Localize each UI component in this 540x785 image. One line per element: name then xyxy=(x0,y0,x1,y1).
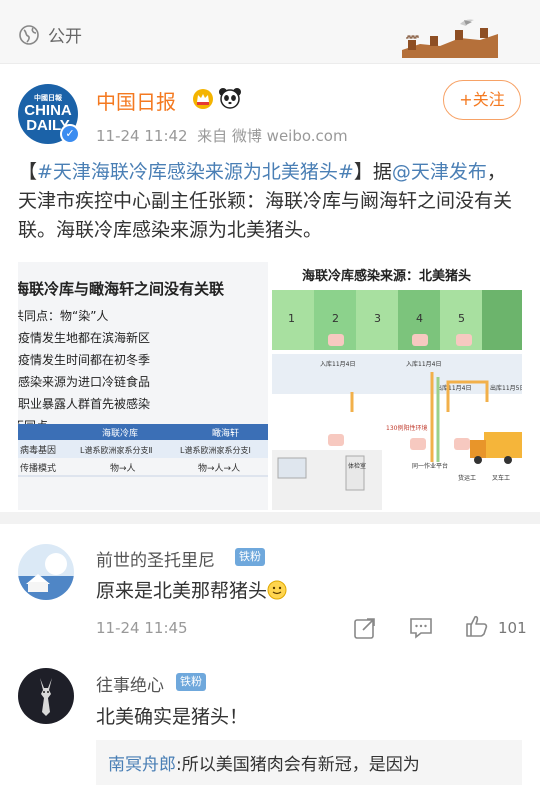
img-left-same: 共同点：物“染”人 xyxy=(18,308,108,323)
img-right-building: 体检室 xyxy=(348,462,366,470)
comment-text: 原来是北美那帮猪头 xyxy=(96,576,287,603)
img-left-cell-2-0: 传播模式 xyxy=(20,462,56,474)
comment-icon[interactable] xyxy=(408,615,434,641)
img-right-tag-2: 货运工 xyxy=(458,474,476,482)
reply-text: :所以美国猪肉会有新冠，是因为 xyxy=(176,755,420,775)
img-left-point-4: 职业暴露人群首先被感染 xyxy=(18,396,150,411)
img-right-col-2: 2 xyxy=(332,312,339,325)
bracket-open: 【 xyxy=(18,161,38,183)
img-right-label-4: 出库11月5日 xyxy=(490,384,522,392)
img-left-cell-2-1: 物→人 xyxy=(110,462,136,474)
comment-avatar[interactable] xyxy=(18,544,74,600)
like-icon[interactable] xyxy=(464,613,490,639)
img-left-cell-1-2: L谱系欧洲家系分支Ⅰ xyxy=(180,445,251,455)
reply-preview[interactable]: 南冥舟郎:所以美国猪肉会有新冠，是因为 xyxy=(96,740,522,785)
post-meta: 11-24 11:42 来自 微博 weibo.com xyxy=(96,125,348,146)
comment-author[interactable]: 往事绝心 xyxy=(96,671,164,696)
visibility-label[interactable]: 公开 xyxy=(48,22,82,47)
img-right-label-1: 入库11月4日 xyxy=(320,360,355,368)
img-left-th-2: 瞰海轩 xyxy=(212,427,239,439)
like-count: 101 xyxy=(498,619,527,637)
section-divider xyxy=(0,512,540,524)
fan-badge: 铁粉 xyxy=(176,673,206,691)
comment-time: 11-24 11:45 xyxy=(96,619,188,637)
mention-link[interactable]: @天津发布 xyxy=(392,161,487,183)
img-right-col-3: 3 xyxy=(374,312,381,325)
post-image-left[interactable]: 海联冷库与瞰海轩之间没有关联 共同点：物“染”人 疫情发生地都在滨海新区 疫情发… xyxy=(18,262,268,510)
img-right-col-4: 4 xyxy=(416,312,423,325)
img-left-cell-1-1: L谱系欧洲家系分支Ⅱ xyxy=(80,445,152,455)
img-right-tag-1: 130例阳性环境 xyxy=(386,424,427,432)
post-text: 【#天津海联冷库感染来源为北美猪头#】据@天津发布，天津市疾控中心副主任张颖：海… xyxy=(18,158,524,245)
img-left-point-2: 疫情发生时间都在初冬季 xyxy=(18,352,150,367)
img-left-cell-2-2: 物→人→人 xyxy=(198,462,240,474)
hashtag-link[interactable]: #天津海联冷库感染来源为北美猪头# xyxy=(37,161,354,183)
img-right-label-2: 入库11月4日 xyxy=(406,360,441,368)
img-left-point-1: 疫情发生地都在滨海新区 xyxy=(18,330,150,345)
reply-author[interactable]: 南冥舟郎 xyxy=(108,755,176,775)
comment-avatar[interactable] xyxy=(18,668,74,724)
img-left-cell-1-0: 病毒基因 xyxy=(20,444,56,456)
post-timestamp: 11-24 11:42 xyxy=(96,127,188,145)
img-right-tag-3: 叉车工 xyxy=(492,474,510,482)
panda-badge-icon[interactable] xyxy=(218,86,242,110)
crown-badge-icon[interactable] xyxy=(192,88,214,110)
follow-button[interactable]: +关注 xyxy=(443,80,521,120)
top-bar: 公开 xyxy=(0,0,540,64)
comment-text: 北美确实是猪头！ xyxy=(96,706,249,728)
img-left-point-3: 感染来源为进口冷链食品 xyxy=(18,374,150,389)
globe-icon xyxy=(19,25,39,45)
post-lead: 据 xyxy=(372,161,392,183)
img-right-col-1: 1 xyxy=(288,312,295,325)
author-name[interactable]: 中国日报 xyxy=(96,86,176,115)
comment-author[interactable]: 前世的圣托里尼 xyxy=(96,546,215,571)
img-right-label-3: 出库11月4日 xyxy=(436,384,471,392)
img-left-th-1: 海联冷库 xyxy=(102,427,138,439)
bracket-close: 】 xyxy=(353,161,373,183)
post-image-right[interactable]: 海联冷库感染来源：北美猪头 1 2 3 4 5 入库11月4日 入库11月4日 … xyxy=(272,262,522,510)
img-right-label-5: 同一作业平台 xyxy=(412,462,448,470)
img-right-title: 海联冷库感染来源：北美猪头 xyxy=(302,268,471,284)
great-wall-decoration xyxy=(402,19,498,58)
comment-text-body: 原来是北美那帮猪头 xyxy=(96,580,268,602)
post-source: 来自 微博 weibo.com xyxy=(197,127,348,145)
img-left-title: 海联冷库与瞰海轩之间没有关联 xyxy=(18,280,225,298)
share-icon[interactable] xyxy=(352,615,378,641)
img-right-col-5: 5 xyxy=(458,312,465,325)
fan-badge: 铁粉 xyxy=(235,548,265,566)
smile-emoji-icon xyxy=(267,580,287,600)
verified-icon: ✓ xyxy=(60,124,80,144)
